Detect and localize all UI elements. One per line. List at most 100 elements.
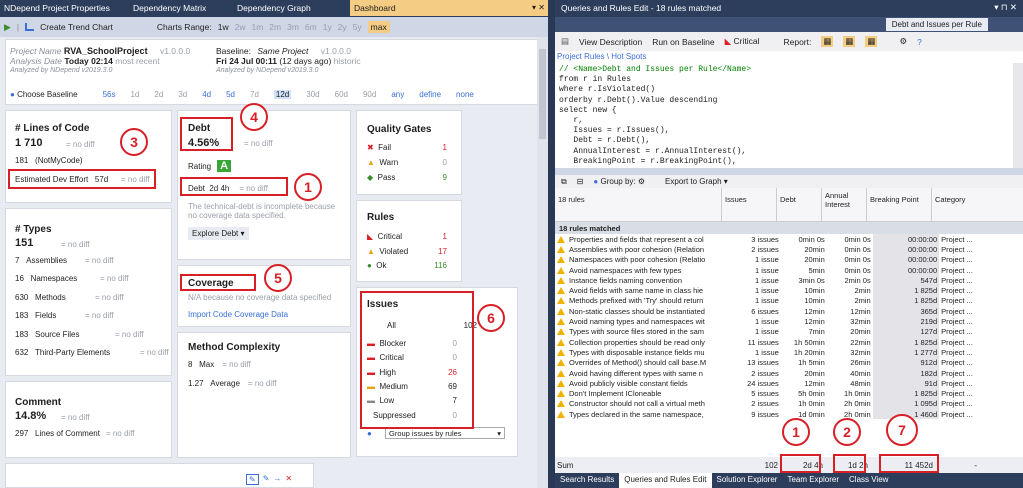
table-row[interactable]: Avoid publicly visible constant fields 24… xyxy=(555,378,1023,389)
create-trend-chart-button[interactable]: Create Trend Chart xyxy=(40,22,113,32)
view-description-button[interactable]: View Description xyxy=(579,37,642,47)
qg-fail-row[interactable]: ✖ Fail 1 xyxy=(367,143,457,152)
table-row[interactable]: Don't Implement ICloneable 5 issues 5h 0mi… xyxy=(555,388,1023,399)
baseline-2d[interactable]: 2d xyxy=(154,90,163,99)
table-row[interactable]: Non-static classes should be instantiate… xyxy=(555,306,1023,317)
tab-search-results[interactable]: Search Results xyxy=(555,473,619,488)
header-debt[interactable]: Debt xyxy=(776,188,821,221)
arrow-icon[interactable]: → xyxy=(273,474,281,485)
table-row[interactable]: Assemblies with poor cohesion (Relation 2… xyxy=(555,244,1023,255)
range-3m[interactable]: 3m xyxy=(287,22,299,32)
export-graph-button[interactable]: Export to Graph ▾ xyxy=(665,177,728,186)
range-1w[interactable]: 1w xyxy=(218,22,229,32)
baseline-1d[interactable]: 1d xyxy=(130,90,139,99)
tab-class-view[interactable]: Class View xyxy=(844,473,893,488)
rules-ok-row[interactable]: ● Ok 116 xyxy=(367,261,457,270)
tab-solution-explorer[interactable]: Solution Explorer xyxy=(712,473,783,488)
table-row[interactable]: Instance fields naming convention 1 issue… xyxy=(555,275,1023,286)
table-row[interactable]: Namespaces with poor cohesion (Relatio 1 … xyxy=(555,254,1023,265)
tab-team-explorer[interactable]: Team Explorer xyxy=(782,473,844,488)
critical-toggle[interactable]: ◣ Critical xyxy=(725,36,760,47)
scroll-thumb[interactable] xyxy=(539,49,546,139)
range-1y[interactable]: 1y xyxy=(323,22,332,32)
import-coverage-link[interactable]: Import Code Coverage Data xyxy=(188,310,288,319)
tab-dependency-matrix[interactable]: Dependency Matrix xyxy=(129,0,233,16)
table-row[interactable]: Properties and fields that represent a c… xyxy=(555,234,1023,245)
report-icon[interactable]: ▦ xyxy=(865,36,878,47)
table-row[interactable]: Constructor should not call a virtual me… xyxy=(555,398,1023,410)
range-1m[interactable]: 1m xyxy=(251,22,263,32)
matched-group-row[interactable]: 18 rules matched xyxy=(555,222,1023,234)
collapse-icon[interactable]: ⊟ xyxy=(577,177,584,186)
baseline-7d[interactable]: 7d xyxy=(250,90,259,99)
choose-baseline[interactable]: ● Choose Baseline xyxy=(10,90,78,99)
window-controls-icon[interactable]: ▾ ⊓ ✕ xyxy=(994,2,1017,13)
baseline-any[interactable]: any xyxy=(391,90,404,99)
range-max[interactable]: max xyxy=(367,21,390,33)
breadcrumb-text[interactable]: Project Rules \ Hot Spots xyxy=(557,52,646,61)
range-2y[interactable]: 2y xyxy=(338,22,347,32)
baseline-4d[interactable]: 4d xyxy=(202,90,211,99)
explore-debt-button[interactable]: Explore Debt ▾ xyxy=(188,227,249,240)
baseline-3d[interactable]: 3d xyxy=(178,90,187,99)
table-cell: 2min 0s xyxy=(844,275,871,285)
baseline-12d[interactable]: 12d xyxy=(273,90,292,99)
header-issues[interactable]: Issues xyxy=(721,188,776,221)
header-interest[interactable]: Annual Interest xyxy=(821,188,866,221)
table-row[interactable]: Collection properties should be read onl… xyxy=(555,336,1023,348)
editor-scrollbar[interactable] xyxy=(1013,63,1023,168)
range-6m[interactable]: 6m xyxy=(305,22,317,32)
copy-icon[interactable]: ⧉ xyxy=(561,177,567,187)
doc-icon[interactable]: ▤ xyxy=(561,36,569,47)
baseline-define[interactable]: define xyxy=(419,90,441,99)
baseline-30d[interactable]: 30d xyxy=(306,90,319,99)
delete-icon[interactable]: ✕ xyxy=(285,474,292,485)
nodiff-text: no diff xyxy=(72,140,95,149)
tab-dependency-graph[interactable]: Dependency Graph xyxy=(233,0,350,16)
pencil-icon[interactable]: ✎ xyxy=(263,474,270,485)
table-row[interactable]: Types declared in the same namespace, 9 i… xyxy=(555,409,1023,420)
header-rules[interactable]: 18 rules xyxy=(555,188,721,221)
qg-warn-row[interactable]: ▲ Warn 0 xyxy=(367,158,457,167)
edit-icon[interactable]: ✎ xyxy=(246,474,259,485)
rules-violated-row[interactable]: ▲ Violated 17 xyxy=(367,247,457,256)
breadcrumb[interactable]: Project Rules \ Hot Spots xyxy=(555,51,1023,63)
baseline-60d[interactable]: 60d xyxy=(335,90,348,99)
header-category[interactable]: Category xyxy=(931,188,1013,221)
table-row[interactable]: Avoid naming types and namespaces wit 1 i… xyxy=(555,316,1023,327)
tab-debt-issues[interactable]: Debt and Issues per Rule xyxy=(885,18,988,31)
table-row[interactable]: Avoid having different types with same n… xyxy=(555,367,1023,379)
qg-pass-row[interactable]: ◆ Pass 9 xyxy=(367,173,457,182)
report-icon[interactable]: ▦ xyxy=(821,36,834,47)
table-row[interactable]: Types with disposable instance fields mu… xyxy=(555,347,1023,358)
table-row[interactable]: Overrides of Method() should call base.M… xyxy=(555,357,1023,368)
left-scrollbar[interactable] xyxy=(537,37,548,488)
gear-icon[interactable]: ⚙ xyxy=(899,36,907,47)
code-line: r, xyxy=(559,116,584,126)
close-icon[interactable]: ▾ ✕ xyxy=(532,3,545,12)
group-by-button[interactable]: ● Group by: ⚙ xyxy=(593,177,645,186)
baseline-90d[interactable]: 90d xyxy=(363,90,376,99)
table-row[interactable]: Methods prefixed with 'Try' should retur… xyxy=(555,295,1023,307)
tab-queries-rules[interactable]: Queries and Rules Edit xyxy=(619,473,712,488)
tab-dashboard[interactable]: Dashboard ▾ ✕ xyxy=(350,0,548,16)
help-icon[interactable]: ? xyxy=(917,37,922,47)
splitter[interactable] xyxy=(548,0,555,488)
report-icon[interactable]: ▦ xyxy=(843,36,856,47)
table-row[interactable]: Avoid fields with same name in class hie… xyxy=(555,285,1023,296)
baseline-5d[interactable]: 5d xyxy=(226,90,235,99)
range-2m[interactable]: 2m xyxy=(269,22,281,32)
editor-splitter[interactable] xyxy=(555,168,1023,175)
range-2w[interactable]: 2w xyxy=(235,22,246,32)
table-row[interactable]: Avoid namespaces with few types 1 issue 5m… xyxy=(555,264,1023,276)
play-icon[interactable]: ▶ xyxy=(4,22,11,33)
table-row[interactable]: Types with source files stored in the sa… xyxy=(555,326,1023,337)
tab-project-properties[interactable]: NDepend Project Properties xyxy=(0,0,129,16)
header-breaking-point[interactable]: Breaking Point xyxy=(866,188,931,221)
baseline-none[interactable]: none xyxy=(456,90,474,99)
baseline-56s[interactable]: 56s xyxy=(103,90,116,99)
query-editor[interactable]: // <Name>Debt and Issues per Rule</Name>… xyxy=(555,63,1013,168)
rules-critical-row[interactable]: ◣ Critical 1 xyxy=(367,232,457,241)
run-baseline-button[interactable]: Run on Baseline xyxy=(652,37,714,47)
range-5y[interactable]: 5y xyxy=(353,22,362,32)
